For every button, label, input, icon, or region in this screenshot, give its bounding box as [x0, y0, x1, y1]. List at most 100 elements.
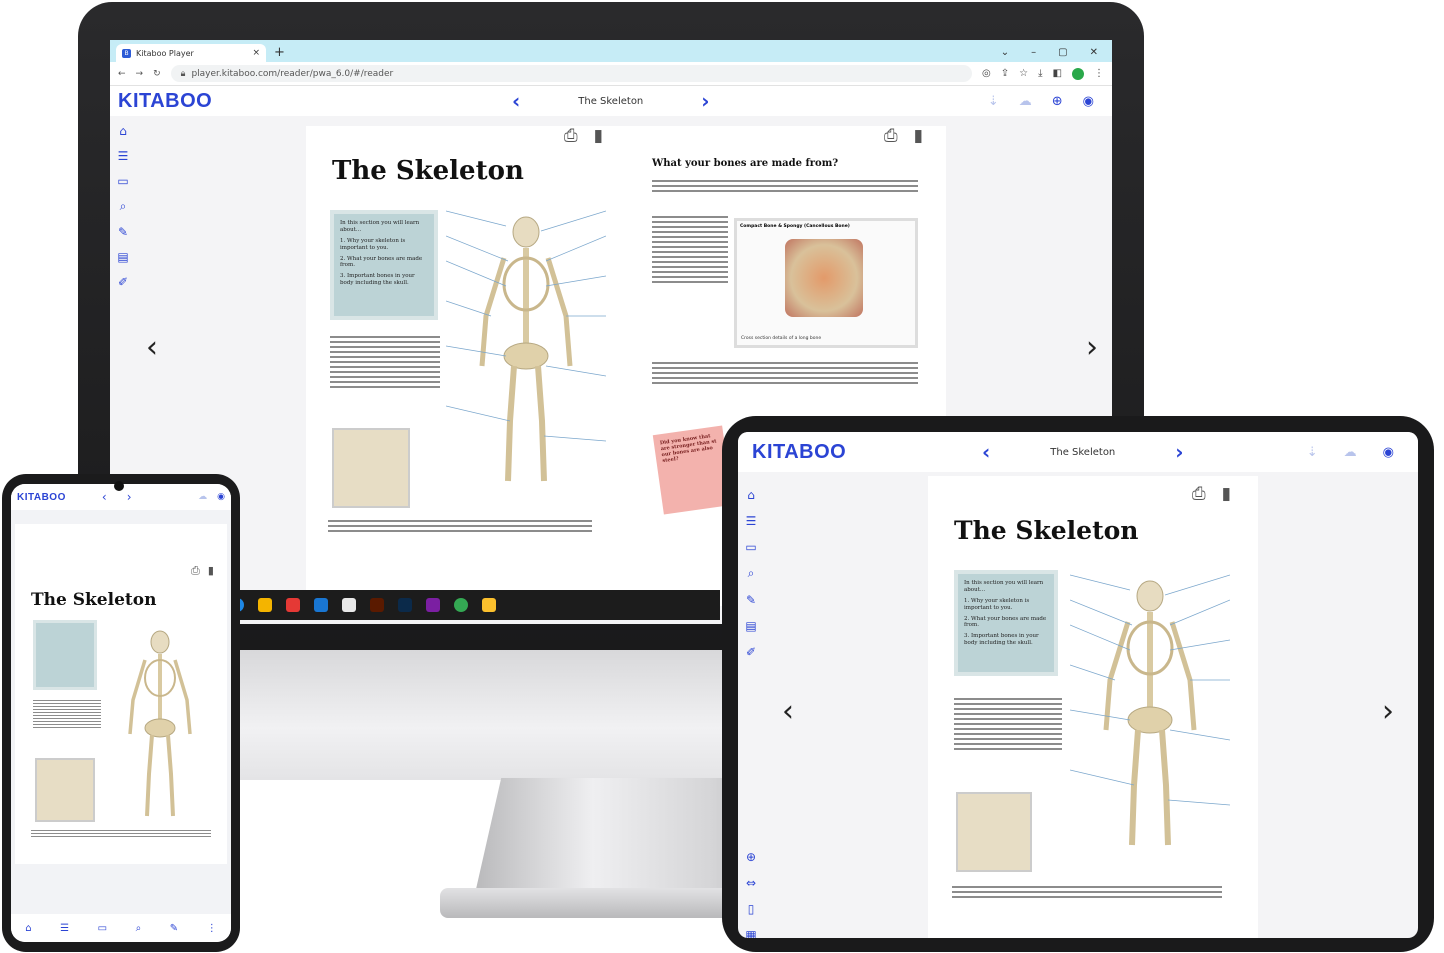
share-icon[interactable]: ⇪ — [1001, 68, 1009, 80]
figma-icon[interactable] — [286, 598, 300, 612]
search-icon[interactable]: ⌕ — [120, 199, 127, 214]
bone-illustration — [785, 239, 863, 317]
pen-icon[interactable]: ✎ — [170, 923, 178, 934]
new-tab-button[interactable]: + — [274, 45, 285, 60]
highlighter-icon[interactable]: ✐ — [118, 275, 128, 289]
close-window-button[interactable]: ✕ — [1090, 47, 1098, 58]
cloud-upload-icon[interactable]: ☁ — [1019, 94, 1032, 109]
zoom-in-icon[interactable]: ⊕ — [746, 850, 756, 864]
search-icon[interactable]: ⌕ — [136, 923, 142, 934]
table-of-contents-icon[interactable]: ☰ — [60, 923, 69, 934]
table-of-contents-icon[interactable]: ☰ — [746, 514, 757, 528]
thumbnails-icon[interactable]: ▦ — [745, 928, 756, 938]
section-subtitle: What your bones are made from? — [652, 158, 839, 169]
objective-item: 3. Important bones in your body includin… — [340, 273, 415, 287]
reader-zoom-toolbar: ⊕ ⇔ ▯ ▦ — [738, 850, 764, 938]
table-of-contents-icon[interactable]: ☰ — [118, 149, 129, 163]
download-icon[interactable]: ⤓ — [1038, 68, 1042, 80]
notes-icon[interactable]: ▤ — [745, 619, 756, 633]
cloud-upload-icon[interactable]: ☁ — [1344, 445, 1357, 460]
illustrator-icon[interactable] — [370, 598, 384, 612]
sync-down-icon[interactable]: ⇣ — [1307, 445, 1318, 460]
globe-icon[interactable]: ⊕ — [1052, 94, 1063, 109]
tab-close-icon[interactable]: × — [252, 48, 260, 58]
learning-objectives-box: In this section you will learn about... … — [954, 570, 1058, 676]
print-icon[interactable]: ⎙ — [564, 126, 578, 146]
minimize-button[interactable]: – — [1031, 47, 1036, 58]
learning-objectives-box: In this section you will learn about... … — [330, 210, 438, 320]
prev-chapter-icon[interactable]: ‹ — [982, 440, 990, 464]
prev-page-icon[interactable]: ‹ — [146, 330, 158, 365]
file-explorer-icon[interactable] — [258, 598, 272, 612]
tab-search-icon[interactable]: ⌄ — [1001, 47, 1009, 58]
prev-chapter-icon[interactable]: ‹ — [512, 89, 520, 113]
google-lens-icon[interactable]: ◎ — [982, 68, 991, 80]
search-icon[interactable]: ⌕ — [748, 566, 755, 581]
photoshop-icon[interactable] — [398, 598, 412, 612]
bookmark-star-icon[interactable]: ☆ — [1019, 68, 1028, 80]
objective-item: 1. Why your skeleton is important to you… — [340, 237, 406, 251]
resources-icon[interactable]: ▭ — [117, 174, 128, 188]
next-chapter-icon[interactable]: › — [1175, 440, 1183, 464]
user-profile-icon[interactable]: ◉ — [217, 492, 225, 502]
page-title: The Skeleton — [954, 516, 1139, 545]
reload-icon[interactable]: ↻ — [153, 69, 161, 79]
sync-down-icon[interactable]: ⇣ — [988, 94, 999, 109]
back-arrow-icon[interactable]: ← — [118, 69, 126, 79]
home-icon[interactable]: ⌂ — [25, 923, 31, 934]
skeleton-illustration — [1070, 574, 1230, 846]
maximize-button[interactable]: ▢ — [1058, 47, 1067, 58]
resources-icon[interactable]: ▭ — [745, 540, 756, 554]
next-page-icon[interactable]: › — [1086, 330, 1098, 365]
cloud-upload-icon[interactable]: ☁ — [198, 492, 207, 502]
fit-width-icon[interactable]: ⇔ — [746, 876, 756, 890]
bone-cross-section-figure: Compact Bone & Spongy (Cancellous Bone) … — [734, 218, 918, 348]
forward-arrow-icon[interactable]: → — [136, 69, 144, 79]
page-tools: ⎙ ▮ — [1192, 484, 1231, 504]
app-icon[interactable] — [426, 598, 440, 612]
chrome-icon[interactable] — [454, 598, 468, 612]
store-icon[interactable] — [342, 598, 356, 612]
next-page-icon[interactable]: › — [1382, 694, 1394, 729]
bookmark-icon[interactable]: ▮ — [594, 126, 603, 146]
more-menu-icon[interactable]: ⋮ — [207, 923, 217, 934]
next-chapter-icon[interactable]: › — [701, 89, 709, 113]
pen-icon[interactable]: ✎ — [746, 593, 756, 607]
resources-icon[interactable]: ▭ — [98, 923, 107, 934]
print-icon[interactable]: ⎙ — [1192, 484, 1206, 504]
kitaboo-logo: KITABOO — [17, 491, 66, 503]
next-chapter-icon[interactable]: › — [127, 490, 132, 504]
bookmark-icon[interactable]: ▮ — [208, 564, 214, 578]
print-icon[interactable]: ⎙ — [191, 564, 200, 578]
mail-icon[interactable] — [314, 598, 328, 612]
sticky-notes-icon[interactable] — [482, 598, 496, 612]
bookmark-icon[interactable]: ▮ — [1222, 484, 1231, 504]
skeleton-illustration — [128, 630, 192, 817]
reader-side-toolbar: ⌂ ☰ ▭ ⌕ ✎ ▤ ✐ — [738, 488, 764, 659]
browser-menu-icon[interactable]: ⋮ — [1094, 68, 1104, 80]
prev-page-icon[interactable]: ‹ — [782, 694, 794, 729]
home-icon[interactable]: ⌂ — [119, 124, 127, 138]
objective-item: 2. What your bones are made from. — [340, 255, 423, 269]
body-paragraph — [328, 520, 592, 532]
print-icon[interactable]: ⎙ — [884, 126, 898, 146]
user-profile-icon[interactable]: ◉ — [1383, 445, 1394, 460]
url-field[interactable]: 🔒︎ player.kitaboo.com/reader/pwa_6.0/#/r… — [170, 65, 973, 82]
bookmark-icon[interactable]: ▮ — [914, 126, 923, 146]
home-icon[interactable]: ⌂ — [747, 488, 755, 502]
browser-tab[interactable]: B Kitaboo Player × — [116, 44, 266, 62]
chapter-title: The Skeleton — [578, 95, 644, 107]
notes-icon[interactable]: ▤ — [117, 250, 128, 264]
user-profile-icon[interactable]: ◉ — [1083, 94, 1094, 109]
single-page-icon[interactable]: ▯ — [748, 902, 755, 916]
pen-icon[interactable]: ✎ — [118, 225, 128, 239]
page-tools: ⎙ ▮ — [191, 564, 214, 578]
browser-tabbar: B Kitaboo Player × + ⌄ – ▢ ✕ — [110, 40, 1112, 62]
profile-avatar-icon[interactable] — [1072, 67, 1084, 80]
highlighter-icon[interactable]: ✐ — [746, 645, 756, 659]
objective-item: 3. Important bones in your body includin… — [964, 633, 1039, 647]
body-paragraph — [330, 336, 440, 388]
phone-bottom-toolbar: ⌂ ☰ ▭ ⌕ ✎ ⋮ — [11, 914, 231, 942]
sidepanel-icon[interactable]: ◧ — [1053, 68, 1062, 80]
prev-chapter-icon[interactable]: ‹ — [102, 490, 107, 504]
